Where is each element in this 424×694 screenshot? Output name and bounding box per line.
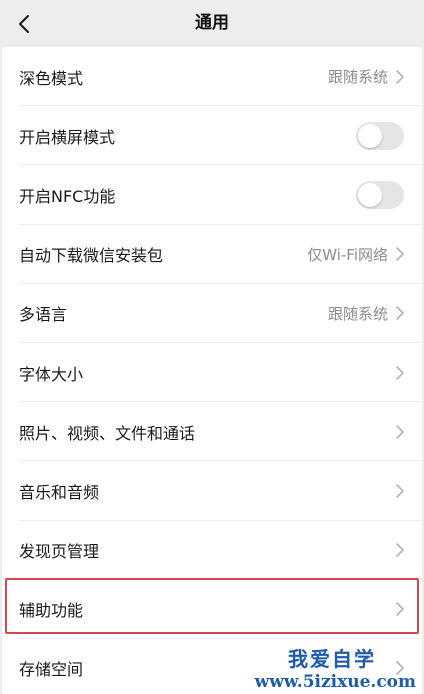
toggle-knob bbox=[358, 123, 382, 148]
setting-label: 发现页管理 bbox=[19, 542, 100, 562]
nfc-toggle[interactable] bbox=[356, 180, 404, 209]
landscape-mode-toggle[interactable] bbox=[356, 121, 404, 150]
setting-font-size[interactable]: 字体大小 bbox=[2, 343, 422, 403]
setting-storage[interactable]: 存储空间 bbox=[2, 639, 422, 694]
setting-label: 多语言 bbox=[19, 305, 68, 325]
chevron-right-icon bbox=[396, 69, 406, 85]
chevron-right-icon bbox=[396, 365, 406, 381]
setting-label: 辅助功能 bbox=[19, 601, 84, 621]
chevron-right-icon bbox=[396, 542, 406, 558]
page-title: 通用 bbox=[195, 13, 229, 33]
nav-bar: 通用 bbox=[2, 0, 422, 47]
setting-music-audio[interactable]: 音乐和音频 bbox=[2, 461, 422, 521]
chevron-right-icon bbox=[396, 424, 406, 440]
setting-value: 跟随系统 bbox=[327, 68, 388, 87]
setting-label: 音乐和音频 bbox=[19, 482, 100, 502]
setting-dark-mode[interactable]: 深色模式 跟随系统 bbox=[2, 47, 422, 107]
setting-accessibility[interactable]: 辅助功能 bbox=[2, 580, 422, 640]
setting-value: 跟随系统 bbox=[327, 304, 388, 323]
setting-value: 仅Wi-Fi网络 bbox=[307, 245, 388, 264]
setting-discover-manage[interactable]: 发现页管理 bbox=[2, 521, 422, 580]
chevron-right-icon bbox=[396, 483, 406, 499]
setting-label: 自动下载微信安装包 bbox=[19, 246, 164, 266]
setting-label: 存储空间 bbox=[19, 660, 84, 680]
setting-auto-download[interactable]: 自动下载微信安装包 仅Wi-Fi网络 bbox=[2, 225, 422, 284]
settings-screen: 通用 深色模式 跟随系统 开启横屏模式 开启NFC功能 自动下载微信安装包 仅W… bbox=[2, 0, 422, 694]
chevron-right-icon bbox=[396, 660, 406, 676]
setting-label: 开启横屏模式 bbox=[19, 127, 116, 147]
setting-landscape-mode: 开启横屏模式 bbox=[2, 106, 422, 166]
setting-label: 深色模式 bbox=[19, 68, 84, 88]
toggle-knob bbox=[358, 182, 382, 207]
chevron-right-icon bbox=[396, 601, 406, 617]
settings-list: 深色模式 跟随系统 开启横屏模式 开启NFC功能 自动下载微信安装包 仅Wi-F… bbox=[2, 47, 422, 694]
setting-label: 照片、视频、文件和通话 bbox=[19, 423, 196, 443]
setting-label: 开启NFC功能 bbox=[19, 186, 116, 206]
chevron-right-icon bbox=[396, 305, 406, 321]
setting-nfc: 开启NFC功能 bbox=[2, 165, 422, 225]
chevron-right-icon bbox=[396, 246, 406, 262]
setting-label: 字体大小 bbox=[19, 364, 84, 384]
setting-language[interactable]: 多语言 跟随系统 bbox=[2, 284, 422, 344]
setting-media[interactable]: 照片、视频、文件和通话 bbox=[2, 402, 422, 462]
